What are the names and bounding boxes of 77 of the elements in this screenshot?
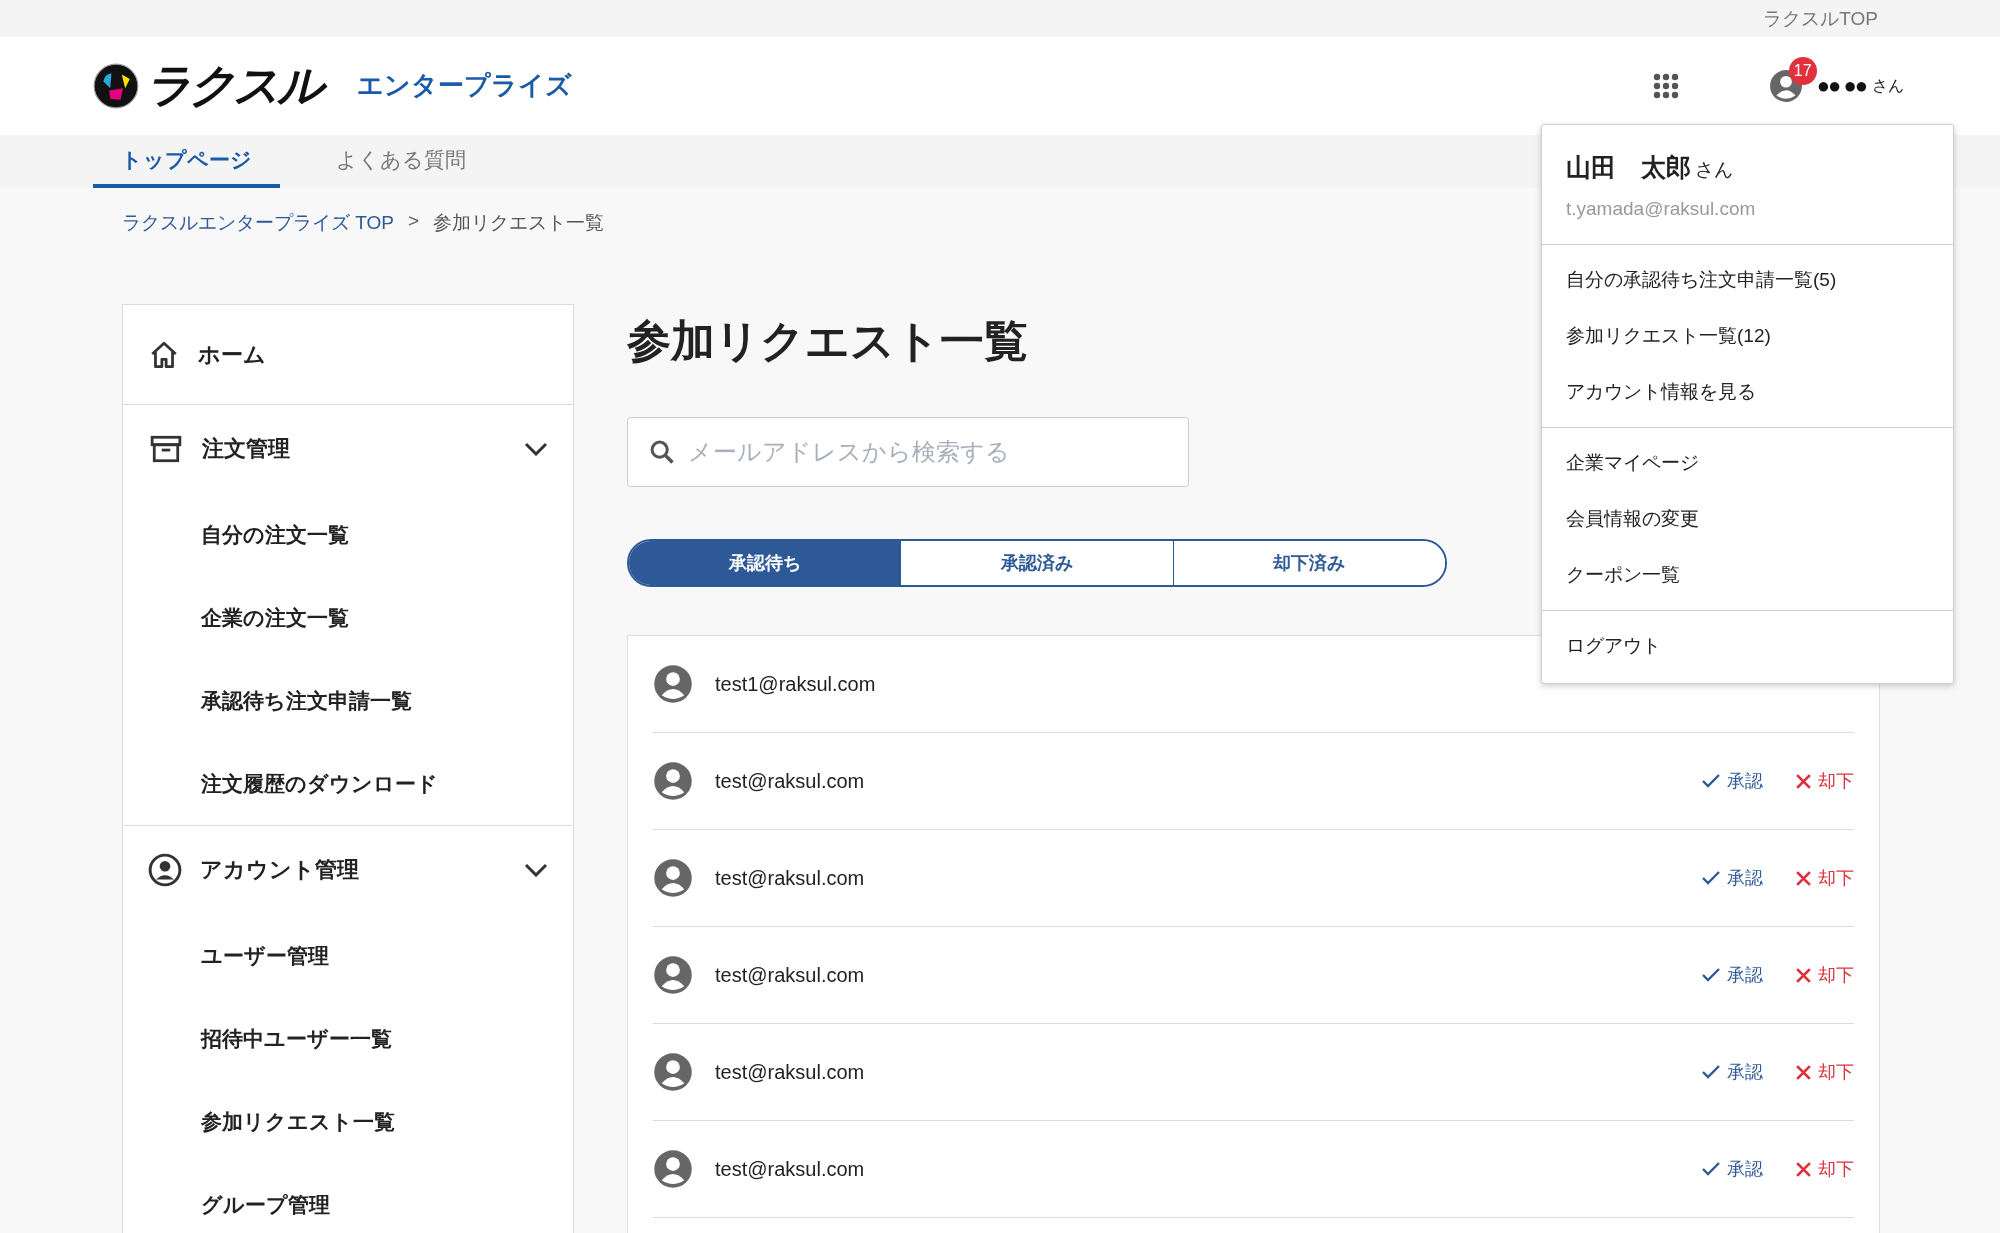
- reject-link[interactable]: 却下: [1795, 1157, 1854, 1181]
- user-avatar-icon: [653, 761, 693, 801]
- filter-tab[interactable]: 承認待ち: [629, 541, 901, 585]
- close-icon: [1795, 966, 1812, 984]
- request-email: test@raksul.com: [715, 1060, 866, 1084]
- nav-tab[interactable]: トップページ: [93, 135, 280, 188]
- user-avatar-icon: [653, 858, 693, 898]
- request-email: test@raksul.com: [715, 1157, 866, 1181]
- user-name[interactable]: ●● ●●: [1816, 73, 1866, 99]
- chevron-icon[interactable]: [524, 442, 548, 456]
- menu-item[interactable]: アカウント情報を見る: [1566, 379, 1929, 405]
- logo-wordmark: ラクスル: [143, 52, 329, 120]
- close-icon: [1795, 1160, 1812, 1178]
- search-field[interactable]: メールアドレスから検索する: [627, 417, 1189, 487]
- approve-link[interactable]: 承認: [1701, 963, 1763, 987]
- user-suffix: さん: [1872, 75, 1904, 96]
- menu-item[interactable]: 企業マイページ: [1566, 450, 1929, 476]
- nav-tab[interactable]: よくある質問: [308, 135, 494, 188]
- filter-tab[interactable]: 却下済み: [1172, 541, 1445, 585]
- request-email: test@raksul.com: [715, 866, 866, 890]
- sidebar-subitem[interactable]: 承認待ち注文申請一覧: [123, 659, 573, 742]
- menu-item[interactable]: 自分の承認待ち注文申請一覧(5): [1566, 267, 1929, 293]
- chevron-icon[interactable]: [524, 863, 548, 877]
- breadcrumb-separator: >: [408, 210, 420, 233]
- sidebar-subitem[interactable]: 企業の注文一覧: [123, 576, 573, 659]
- close-icon: [1795, 772, 1812, 790]
- sidebar-item[interactable]: 注文管理: [202, 434, 506, 464]
- sidebar-item[interactable]: アカウント管理: [200, 855, 506, 885]
- menu-item[interactable]: クーポン一覧: [1566, 562, 1929, 588]
- approve-link[interactable]: 承認: [1701, 866, 1763, 890]
- notification-badge: 17: [1788, 57, 1817, 85]
- sidebar-item[interactable]: ホーム: [198, 339, 548, 370]
- reject-link[interactable]: 却下: [1795, 963, 1854, 987]
- request-email: test@raksul.com: [715, 963, 866, 987]
- sidebar-subitem[interactable]: ユーザー管理: [123, 914, 573, 997]
- check-icon: [1701, 1161, 1721, 1177]
- search-input[interactable]: メールアドレスから検索する: [686, 437, 1168, 467]
- account-circle-icon: [148, 853, 182, 887]
- box-icon: [148, 433, 184, 465]
- check-icon: [1701, 1064, 1721, 1080]
- page-title: 参加リクエスト一覧: [627, 315, 1028, 367]
- top-link[interactable]: ラクスルTOP: [1763, 5, 1878, 32]
- user-avatar-icon: [653, 1052, 693, 1092]
- user-avatar-icon: [653, 664, 693, 704]
- reject-link[interactable]: 却下: [1795, 866, 1854, 890]
- logo-icon: [93, 63, 139, 109]
- sidebar-subitem[interactable]: 参加リクエスト一覧: [123, 1080, 573, 1163]
- menu-user-email: t.yamada@raksul.com: [1566, 198, 1757, 220]
- sidebar-subitem[interactable]: グループ管理: [123, 1163, 573, 1233]
- request-email: test1@raksul.com: [715, 672, 877, 696]
- user-avatar-icon: [653, 955, 693, 995]
- check-icon: [1701, 870, 1721, 886]
- menu-user-name: 山田 太郎: [1566, 153, 1691, 181]
- approve-link[interactable]: 承認: [1701, 1157, 1763, 1181]
- apps-grid-icon[interactable]: [1652, 73, 1679, 99]
- menu-item[interactable]: ログアウト: [1566, 633, 1929, 659]
- breadcrumb-current: 参加リクエスト一覧: [433, 211, 605, 235]
- menu-item[interactable]: 会員情報の変更: [1566, 506, 1929, 532]
- menu-item[interactable]: 参加リクエスト一覧(12): [1566, 323, 1929, 349]
- reject-link[interactable]: 却下: [1795, 1060, 1854, 1084]
- sidebar-subitem[interactable]: 注文履歴のダウンロード: [123, 742, 573, 825]
- logo-subtitle: エンタープライズ: [357, 69, 572, 103]
- menu-name-suffix: さん: [1695, 159, 1734, 180]
- filter-tab[interactable]: 承認済み: [900, 541, 1173, 585]
- check-icon: [1701, 773, 1721, 789]
- breadcrumb-link[interactable]: ラクスルエンタープライズ TOP: [122, 210, 394, 238]
- reject-link[interactable]: 却下: [1795, 769, 1854, 793]
- approve-link[interactable]: 承認: [1701, 1060, 1763, 1084]
- sidebar-subitem[interactable]: 招待中ユーザー一覧: [123, 997, 573, 1080]
- check-icon: [1701, 967, 1721, 983]
- sidebar-subitem[interactable]: 自分の注文一覧: [123, 493, 573, 576]
- approve-link[interactable]: 承認: [1701, 769, 1763, 793]
- close-icon: [1795, 869, 1812, 887]
- search-icon: [648, 438, 676, 466]
- close-icon: [1795, 1063, 1812, 1081]
- request-email: test@raksul.com: [715, 769, 866, 793]
- user-avatar-icon: [653, 1149, 693, 1189]
